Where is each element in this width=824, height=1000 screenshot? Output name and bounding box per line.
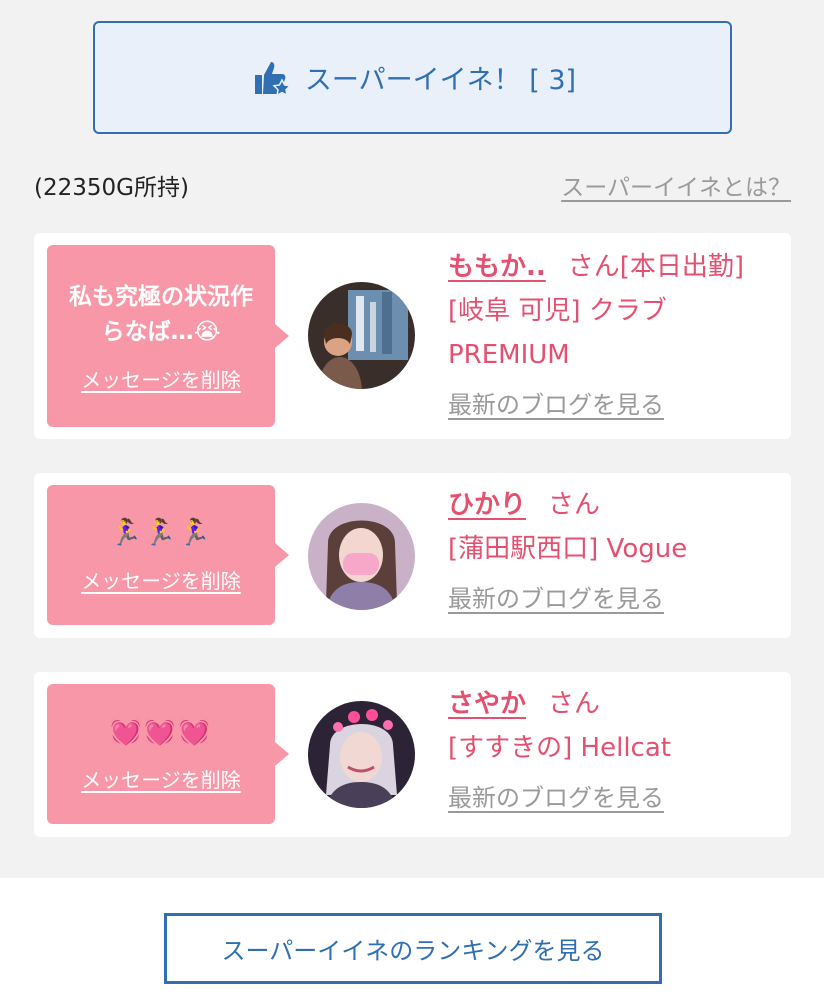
delete-message-link[interactable]: メッセージを削除	[81, 364, 241, 393]
cast-info: ひかり さん [蒲田駅西口] Vogue 最新のブログを見る	[448, 483, 778, 621]
shop-name: [岐阜 可児] クラブPREMIUM	[448, 296, 667, 370]
avatar[interactable]	[308, 701, 415, 808]
message-bubble: 💓💓💓 メッセージを削除	[47, 684, 289, 824]
super-like-label: スーパーイイネ！ [ 3]	[304, 65, 577, 96]
latest-blog-link[interactable]: 最新のブログを見る	[448, 577, 664, 621]
cast-info: さやか さん [すすきの] Hellcat 最新のブログを見る	[448, 682, 778, 820]
list-item: 私も究極の状況作らなば…😭 メッセージを削除 ももか.. さん[本日出勤] [岐阜…	[34, 233, 791, 439]
cast-name-link[interactable]: ももか..	[448, 252, 546, 282]
avatar[interactable]	[308, 503, 415, 610]
latest-blog-link[interactable]: 最新のブログを見る	[448, 776, 664, 820]
message-text: 💓💓💓	[109, 717, 213, 747]
message-text: 🏃‍♀️🏃‍♀️🏃‍♀️	[109, 518, 213, 548]
cast-info: ももか.. さん[本日出勤] [岐阜 可児] クラブPREMIUM 最新のブログを…	[448, 245, 768, 427]
cast-honorific: さん	[548, 689, 601, 719]
avatar[interactable]	[308, 282, 415, 389]
delete-message-link[interactable]: メッセージを削除	[81, 764, 241, 793]
cast-honorific: さん	[548, 490, 601, 520]
shop-name: [すすきの] Hellcat	[448, 733, 671, 763]
list-item: 🏃‍♀️🏃‍♀️🏃‍♀️ メッセージを削除 ひかり さん [蒲田駅西口] Vogu…	[34, 473, 791, 638]
thumbs-up-star-icon	[254, 61, 292, 97]
super-like-ranking-button[interactable]: スーパーイイネのランキングを見る	[164, 913, 662, 984]
cast-honorific: さん[本日出勤]	[567, 252, 745, 282]
cast-name-link[interactable]: ひかり	[448, 490, 526, 520]
shop-name: [蒲田駅西口] Vogue	[448, 534, 688, 564]
message-bubble: 🏃‍♀️🏃‍♀️🏃‍♀️ メッセージを削除	[47, 485, 289, 625]
latest-blog-link[interactable]: 最新のブログを見る	[448, 383, 664, 427]
list-item: 💓💓💓 メッセージを削除 さやか さん [すすきの] Hellcat 最新のブログ…	[34, 672, 791, 837]
super-like-button[interactable]: スーパーイイネ！ [ 3]	[93, 21, 732, 134]
cast-name-link[interactable]: さやか	[448, 689, 526, 719]
about-super-like-link[interactable]: スーパーイイネとは？	[561, 168, 791, 202]
message-bubble: 私も究極の状況作らなば…😭 メッセージを削除	[47, 245, 289, 427]
delete-message-link[interactable]: メッセージを削除	[81, 565, 241, 594]
owned-gold: (22350G所持)	[34, 175, 189, 201]
message-text: 私も究極の状況作らなば…😭	[69, 283, 253, 345]
